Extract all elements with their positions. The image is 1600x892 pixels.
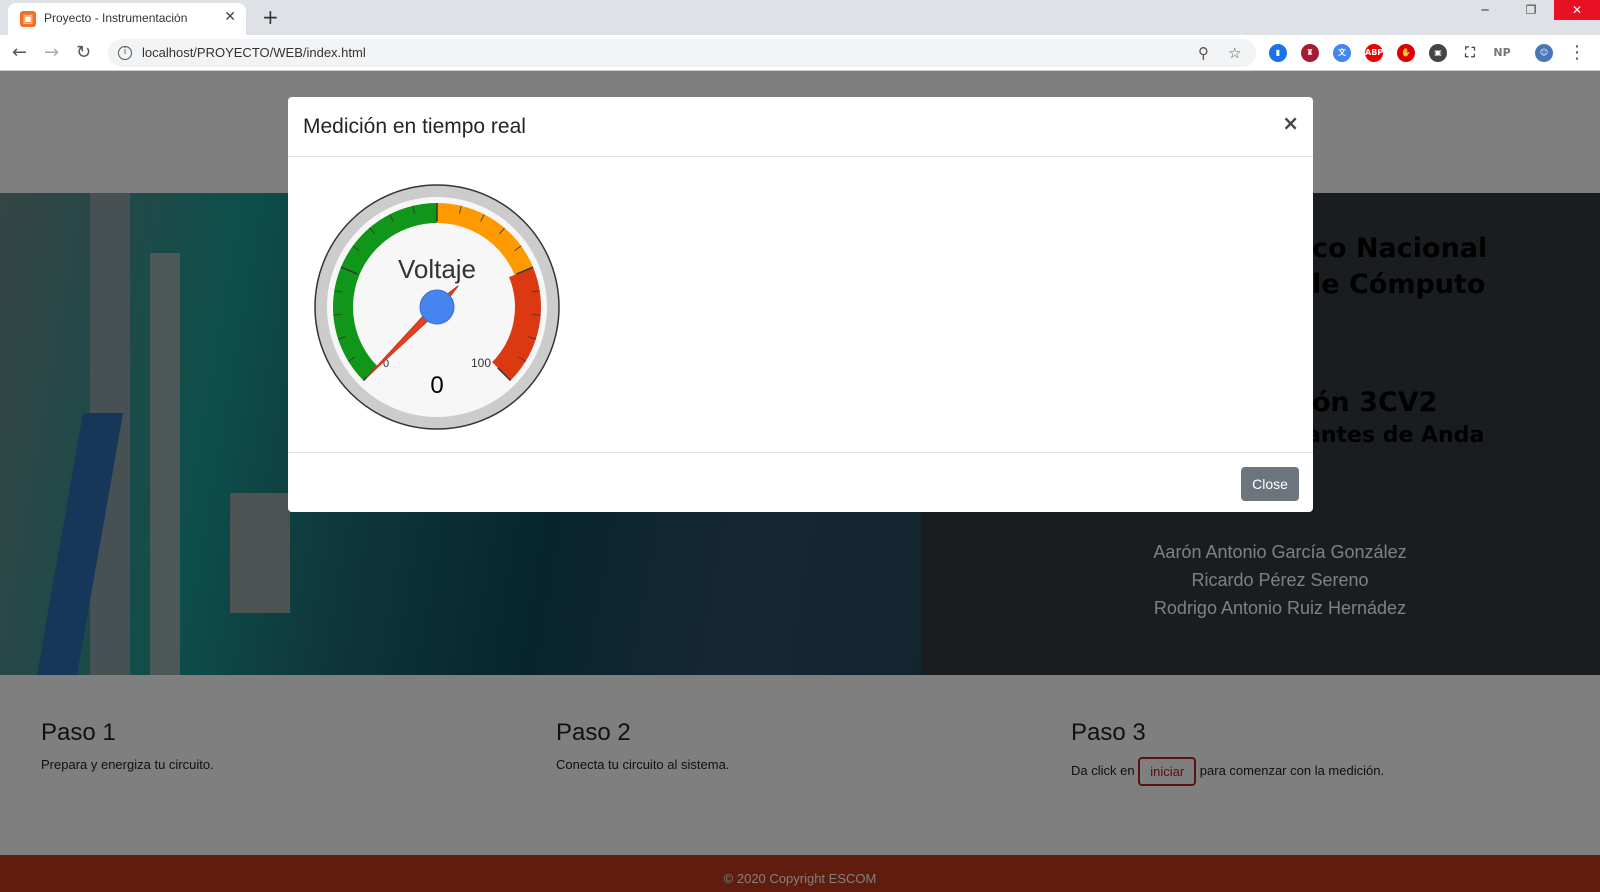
- zoom-icon[interactable]: ⚲: [1198, 44, 1209, 62]
- voltage-gauge: Voltaje 0 100 0: [314, 184, 560, 430]
- translate-icon[interactable]: 文: [1333, 44, 1351, 62]
- info-icon[interactable]: i: [118, 46, 132, 60]
- window-close-icon[interactable]: ✕: [1554, 0, 1600, 20]
- screenshot-icon[interactable]: ⛶: [1461, 44, 1479, 62]
- plus-icon[interactable]: +: [262, 5, 279, 29]
- close-icon[interactable]: ×: [1282, 111, 1299, 135]
- xampp-icon: ▣: [20, 11, 36, 27]
- browser-tab-bar: ▣ Proyecto - Instrumentación ✕ + ─ ❐ ✕: [0, 0, 1600, 35]
- tab-title: Proyecto - Instrumentación: [44, 11, 188, 25]
- profile-avatar[interactable]: ☺: [1535, 44, 1553, 62]
- menu-dots-icon[interactable]: ⋮: [1568, 42, 1586, 63]
- address-bar: ← → ↻ i localhost/PROYECTO/WEB/index.htm…: [0, 35, 1600, 71]
- back-arrow-icon[interactable]: ←: [12, 42, 27, 63]
- restore-icon[interactable]: ❐: [1508, 0, 1554, 20]
- omnibox[interactable]: i localhost/PROYECTO/WEB/index.html ⚲ ☆: [108, 39, 1256, 67]
- close-icon[interactable]: ✕: [224, 9, 236, 25]
- modal-body: Voltaje 0 100 0: [288, 158, 1313, 451]
- close-button[interactable]: Close: [1241, 467, 1299, 501]
- extension-np-icon[interactable]: NP: [1493, 44, 1511, 62]
- modal-title: Medición en tiempo real: [303, 115, 526, 138]
- adblock-icon[interactable]: ABP: [1365, 44, 1383, 62]
- modal-footer: Close: [288, 452, 1313, 512]
- gauge-max-label: 100: [471, 356, 491, 370]
- forward-arrow-icon[interactable]: →: [44, 42, 59, 63]
- extension-icon[interactable]: ▮: [1269, 44, 1287, 62]
- url-text[interactable]: localhost/PROYECTO/WEB/index.html: [142, 45, 366, 60]
- page: co Nacional le Cómputo ón 3CV2 antes de …: [0, 71, 1600, 892]
- extension-icon[interactable]: ✋: [1397, 44, 1415, 62]
- modal-header: Medición en tiempo real ×: [288, 97, 1313, 157]
- star-icon[interactable]: ☆: [1228, 44, 1241, 62]
- extension-icon[interactable]: ♜: [1301, 44, 1319, 62]
- gauge-value: 0: [430, 372, 443, 399]
- gauge-label: Voltaje: [398, 254, 476, 284]
- measurement-modal: Medición en tiempo real × Voltaje 0 100 …: [288, 97, 1313, 512]
- extension-icon[interactable]: ▣: [1429, 44, 1447, 62]
- minimize-icon[interactable]: ─: [1462, 0, 1508, 20]
- gauge-hub: [419, 289, 455, 325]
- browser-tab[interactable]: ▣ Proyecto - Instrumentación ✕: [8, 3, 246, 35]
- reload-icon[interactable]: ↻: [76, 42, 91, 63]
